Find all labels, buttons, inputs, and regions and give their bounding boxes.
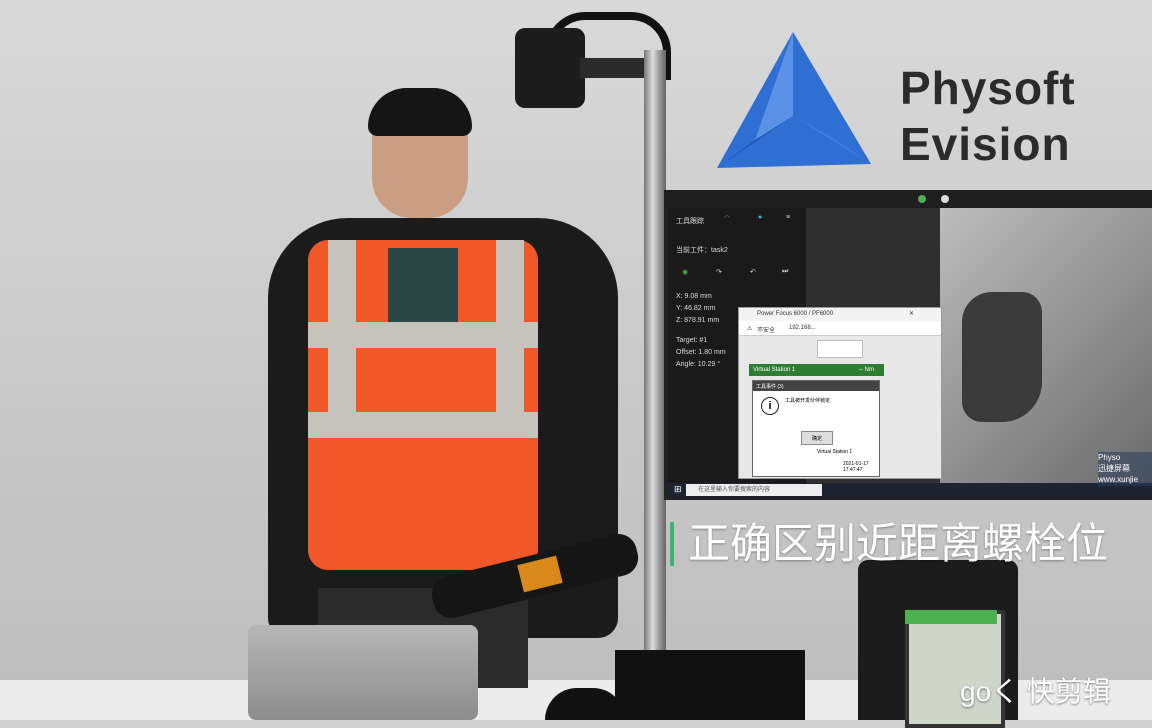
ok-button[interactable]: 确定	[801, 431, 833, 445]
monitor-top-bar	[664, 190, 1152, 208]
vest-reflective-stripe	[308, 322, 538, 348]
security-label: 不安全	[757, 328, 776, 334]
editor-watermark: ɡoく 快剪辑	[960, 676, 1111, 707]
vest-reflective-stripe	[308, 412, 538, 438]
browser-tab[interactable]: Power Focus 6000 / PF6000	[757, 311, 833, 317]
info-icon: i	[761, 397, 779, 415]
physoft-logo-icon	[717, 32, 871, 168]
shirt-collar	[388, 248, 458, 328]
panel-title: 工具跟踪	[676, 218, 704, 225]
coord-y: Y: 46.82 mm	[676, 305, 716, 312]
tool-event-dialog: 工具事件 (3) i 工具被开发伙伴锁定 确定 Virtual Station …	[752, 380, 880, 477]
close-icon[interactable]: ✕	[909, 310, 914, 317]
coord-z: Z: 878.91 mm	[676, 317, 720, 324]
url-suggestion-box	[817, 340, 863, 358]
controller-status-bar	[905, 610, 997, 624]
dialog-message: 工具被开发伙伴锁定	[785, 398, 831, 404]
target-label: Target: #1	[676, 337, 708, 344]
engine-housing-part	[248, 625, 478, 720]
station-header: Virtual Station 1 -- Nm	[749, 364, 884, 376]
status-dot-icon	[941, 195, 949, 203]
controller-screen	[905, 610, 1005, 728]
warning-icon: ⚠	[747, 326, 753, 332]
video-caption: 正确区别近距离螺栓位	[688, 520, 1109, 567]
dialog-title: 工具事件 (3)	[753, 381, 879, 391]
screen-recorder-watermark: Physo 迅捷屏幕 www.xunjie	[1098, 452, 1152, 486]
ok-button-label: 确定	[812, 436, 823, 442]
dialog-time: 2021-01-17 17:47:47	[843, 461, 869, 473]
skip-icon[interactable]: ⏭	[782, 268, 788, 276]
torque-value: -- Nm	[859, 367, 874, 373]
windows-start-icon[interactable]: ⊞	[674, 484, 682, 495]
logo-line-2: Evision	[900, 118, 1071, 170]
hair	[368, 88, 472, 136]
cable-bundle	[615, 650, 805, 720]
wifi-icon: ◠	[724, 215, 731, 222]
undo-icon[interactable]: ↶	[750, 268, 756, 276]
target-icon[interactable]: ◉	[682, 268, 688, 276]
offset-label: Offset: 1.80 mm	[676, 349, 726, 356]
wm-line-2: 迅捷屏幕	[1098, 464, 1130, 473]
logo-line-1: Physoft	[900, 62, 1076, 114]
link-icon	[918, 195, 926, 203]
taskbar-search[interactable]: 在这里输入你要搜索的内容	[686, 484, 822, 496]
dialog-station: Virtual Station 1	[817, 449, 853, 455]
wm-line-1: Physo	[1098, 453, 1121, 462]
engine-model	[962, 292, 1042, 422]
dialog-title-text: 工具事件 (3)	[756, 384, 784, 390]
coord-x: X: 9.08 mm	[676, 293, 712, 300]
wm-line-3: www.xunjie	[1098, 475, 1139, 484]
connection-dot-icon: ●	[758, 214, 763, 221]
camera-pole	[644, 50, 666, 690]
camera-mount	[580, 58, 650, 78]
angle-label: Angle: 10.29 °	[676, 361, 721, 368]
url-text: 192.168...	[789, 325, 816, 331]
redo-icon[interactable]: ↷	[716, 268, 722, 276]
menu-icon[interactable]: ≡	[786, 214, 790, 221]
current-task: 当前工件：task2	[676, 247, 728, 254]
address-bar[interactable]: ⚠ 不安全 192.168...	[739, 321, 941, 336]
caption-accent-bar	[670, 522, 674, 566]
station-name: Virtual Station 1	[753, 367, 796, 373]
logo-wordmark: Physoft Evision	[900, 60, 1076, 172]
browser-tab-strip: Power Focus 6000 / PF6000 ✕	[739, 308, 941, 321]
